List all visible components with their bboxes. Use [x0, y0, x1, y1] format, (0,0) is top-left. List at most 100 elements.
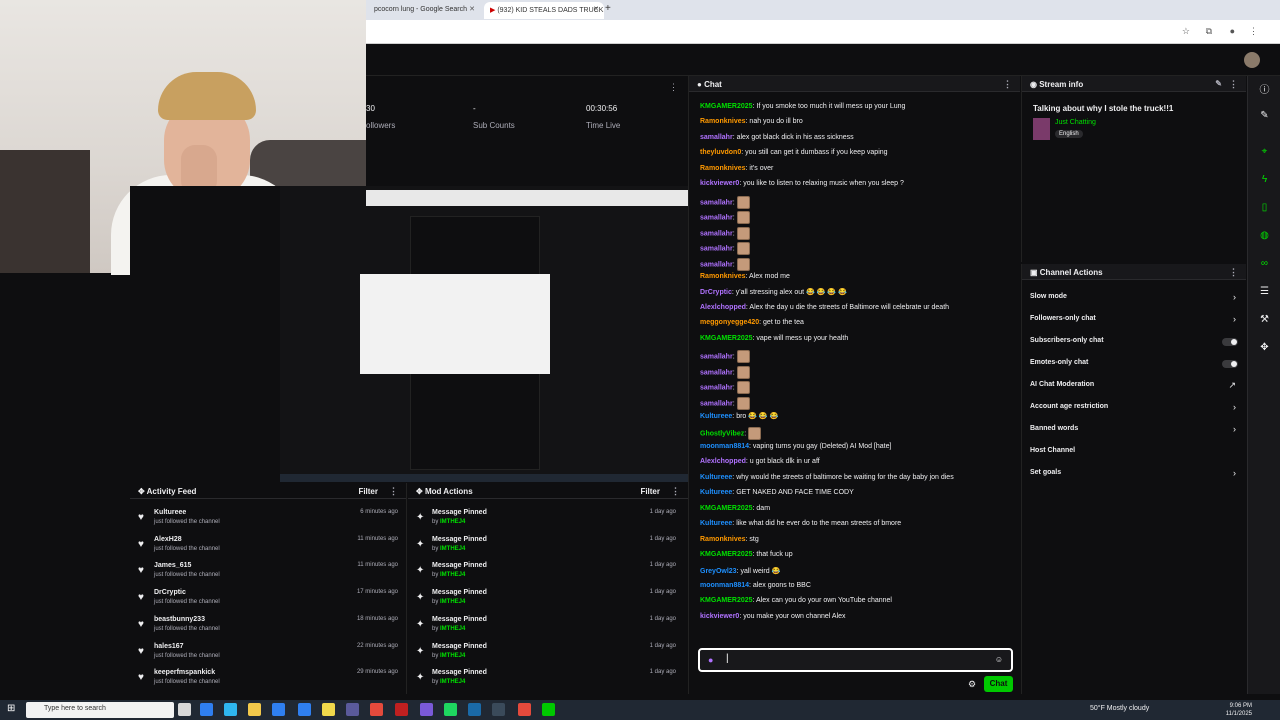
- browser-tab-search[interactable]: pcocorn lung - Google Search ✕: [368, 2, 480, 19]
- more-icon[interactable]: ⋮: [1229, 267, 1238, 278]
- new-tab-button[interactable]: +: [602, 2, 618, 19]
- spotify-icon[interactable]: [444, 703, 457, 716]
- chat-username[interactable]: Ramonknives: [700, 165, 746, 172]
- chat-username[interactable]: Kultureee: [700, 413, 732, 420]
- mod-action-row[interactable]: ✦ Message Pinned by IMTHEJ4 1 day ago: [416, 643, 676, 669]
- edit-icon[interactable]: ✎: [1258, 110, 1271, 123]
- channel-action-item[interactable]: Host Channel: [1030, 447, 1075, 454]
- chat-send-button[interactable]: Chat: [984, 676, 1013, 692]
- chat-username[interactable]: moonman8814: [700, 582, 749, 589]
- weather-status[interactable]: 50°F Mostly cloudy: [1090, 705, 1149, 712]
- taskbar-search-input[interactable]: Type here to search: [26, 702, 174, 718]
- chat-username[interactable]: Ramonknives: [700, 118, 746, 125]
- chevron-right-icon[interactable]: ›: [1233, 314, 1236, 324]
- more-icon[interactable]: ⋮: [389, 486, 398, 497]
- system-clock[interactable]: 9:06 PM 11/1/2025: [1222, 702, 1252, 718]
- settings-icon[interactable]: ⚙: [968, 679, 976, 690]
- activity-row[interactable]: ♥ AlexH28 just followed the channel 11 minu…: [138, 536, 398, 562]
- chat-username[interactable]: Kultureee: [700, 474, 732, 481]
- channel-action-item[interactable]: Subscribers-only chat: [1030, 337, 1104, 344]
- extension-icon[interactable]: ⧉: [1206, 26, 1212, 37]
- chat-username[interactable]: KMGAMER2025: [700, 551, 753, 558]
- activity-row[interactable]: ♥ Kultureee just followed the channel 6 min…: [138, 509, 398, 535]
- steam-icon[interactable]: [492, 703, 505, 716]
- kick-icon[interactable]: [542, 703, 555, 716]
- chat-username[interactable]: Alexlchopped: [700, 458, 746, 465]
- browser-icon[interactable]: [224, 703, 237, 716]
- chat-username[interactable]: KMGAMER2025: [700, 597, 753, 604]
- channel-action-item[interactable]: AI Chat Moderation: [1030, 381, 1094, 388]
- windows-start-icon[interactable]: ⊞: [7, 703, 15, 714]
- chat-username[interactable]: kickviewer0: [700, 613, 739, 620]
- chat-username[interactable]: Ramonknives: [700, 273, 746, 280]
- chat-username[interactable]: Kultureee: [700, 489, 732, 496]
- chevron-right-icon[interactable]: ›: [1233, 292, 1236, 302]
- app-icon[interactable]: [346, 703, 359, 716]
- moderator-name[interactable]: IMTHEJ4: [440, 519, 465, 525]
- chat-username[interactable]: samallahr: [700, 245, 733, 252]
- chat-username[interactable]: Ramonknives: [700, 536, 746, 543]
- moderator-name[interactable]: IMTHEJ4: [440, 679, 465, 685]
- chat-username[interactable]: Kultureee: [700, 520, 732, 527]
- address-bar[interactable]: ☆ ⧉ ● ⋮: [366, 20, 1280, 44]
- menu-icon[interactable]: ⋮: [1249, 26, 1258, 37]
- task-view-icon[interactable]: [178, 703, 191, 716]
- edit-icon[interactable]: ✎: [1215, 79, 1222, 88]
- chrome-icon[interactable]: [370, 703, 383, 716]
- follower-name[interactable]: keeperfmspankick: [154, 669, 215, 676]
- category-link[interactable]: Just Chatting: [1055, 119, 1096, 126]
- chat-username[interactable]: theyluvdon0: [700, 149, 741, 156]
- drag-handle-icon[interactable]: ✥: [1258, 342, 1271, 355]
- chrome-icon[interactable]: [518, 703, 531, 716]
- chat-username[interactable]: DrCryptic: [700, 289, 732, 296]
- follower-name[interactable]: James_615: [154, 562, 191, 569]
- chat-username[interactable]: samallahr: [700, 214, 733, 221]
- activity-row[interactable]: ♥ beastbunny233 just followed the channel 1…: [138, 616, 398, 642]
- mod-action-row[interactable]: ✦ Message Pinned by IMTHEJ4 1 day ago: [416, 562, 676, 588]
- app-icon[interactable]: [468, 703, 481, 716]
- link-icon[interactable]: ∞: [1258, 258, 1271, 271]
- channel-action-item[interactable]: Banned words: [1030, 425, 1078, 432]
- profile-icon[interactable]: ●: [1230, 26, 1235, 36]
- chevron-right-icon[interactable]: ›: [1233, 402, 1236, 412]
- filter-button[interactable]: Filter: [358, 487, 378, 496]
- close-icon[interactable]: ✕: [593, 5, 599, 13]
- external-icon[interactable]: ↗: [1228, 380, 1236, 391]
- chat-username[interactable]: samallahr: [700, 261, 733, 268]
- mod-action-row[interactable]: ✦ Message Pinned by IMTHEJ4 1 day ago: [416, 669, 676, 695]
- follower-name[interactable]: beastbunny233: [154, 616, 205, 623]
- chat-username[interactable]: samallahr: [700, 354, 733, 361]
- follower-name[interactable]: Kultureee: [154, 509, 186, 516]
- mod-action-row[interactable]: ✦ Message Pinned by IMTHEJ4 1 day ago: [416, 509, 676, 535]
- edge-icon[interactable]: [200, 703, 213, 716]
- file-explorer-icon[interactable]: [248, 703, 261, 716]
- more-icon[interactable]: ⋮: [669, 82, 678, 93]
- activity-row[interactable]: ♥ DrCryptic just followed the channel 17 mi…: [138, 589, 398, 615]
- moderator-name[interactable]: IMTHEJ4: [440, 653, 465, 659]
- more-icon[interactable]: ⋮: [671, 486, 680, 497]
- chat-username[interactable]: KMGAMER2025: [700, 505, 753, 512]
- browser-tab-video[interactable]: ▶ (932) KID STEALS DADS TRUCK ✕: [484, 2, 604, 19]
- chat-username[interactable]: KMGAMER2025: [700, 103, 753, 110]
- chat-bubble-icon[interactable]: ◍: [1258, 230, 1271, 243]
- mod-action-row[interactable]: ✦ Message Pinned by IMTHEJ4 1 day ago: [416, 616, 676, 642]
- mod-action-row[interactable]: ✦ Message Pinned by IMTHEJ4 1 day ago: [416, 536, 676, 562]
- bolt-icon[interactable]: ϟ: [1258, 174, 1271, 187]
- chat-username[interactable]: samallahr: [700, 230, 733, 237]
- chat-username[interactable]: GreyOwl23: [700, 568, 737, 575]
- chat-username[interactable]: samallahr: [700, 400, 733, 407]
- app-icon[interactable]: [395, 703, 408, 716]
- moderator-name[interactable]: IMTHEJ4: [440, 599, 465, 605]
- filter-button[interactable]: Filter: [640, 487, 660, 496]
- channel-action-item[interactable]: Emotes-only chat: [1030, 359, 1088, 366]
- moderator-name[interactable]: IMTHEJ4: [440, 546, 465, 552]
- chat-username[interactable]: meggonyegge420: [700, 319, 759, 326]
- chat-username[interactable]: kickviewer0: [700, 180, 739, 187]
- chevron-right-icon[interactable]: ›: [1233, 468, 1236, 478]
- app-icon[interactable]: [322, 703, 335, 716]
- wrench-icon[interactable]: ⚒: [1258, 314, 1271, 327]
- stream-preview[interactable]: [130, 186, 816, 482]
- star-icon[interactable]: ☆: [1182, 26, 1190, 37]
- follower-name[interactable]: DrCryptic: [154, 589, 186, 596]
- channel-action-item[interactable]: Followers-only chat: [1030, 315, 1096, 322]
